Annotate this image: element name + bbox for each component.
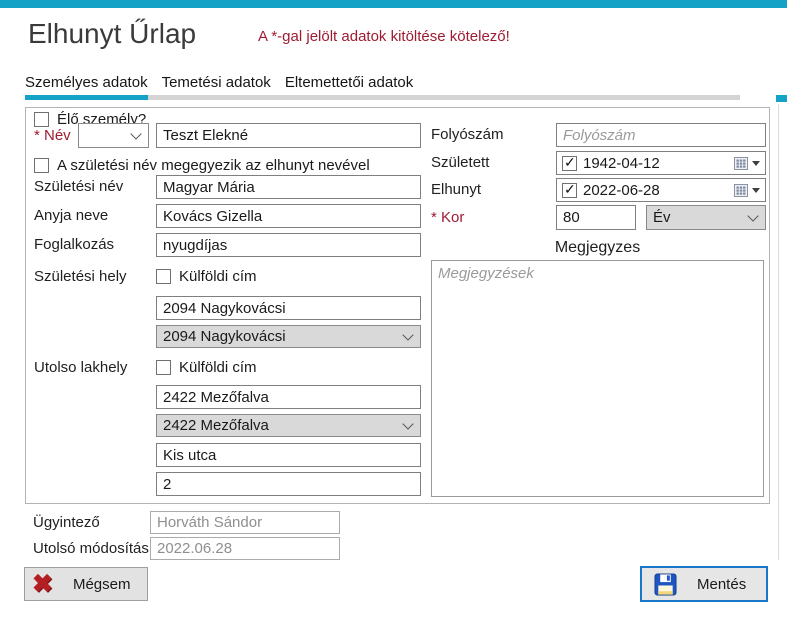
born-date-value: 1942-04-12 [583,155,734,172]
died-datepicker[interactable]: 2022-06-28 [556,178,766,202]
same-birthname-row: A születési név megegyezik az elhunyt ne… [34,157,370,174]
birth-name-input[interactable] [156,175,421,199]
last-modified-label: Utolsó módosítás [33,537,149,560]
occupation-label: Foglalkozás [34,233,114,257]
occupation-input[interactable] [156,233,421,257]
born-date-checkbox[interactable] [562,156,577,171]
last-residence-city-combobox[interactable]: 2422 Mezőfalva [156,414,421,437]
tab-szemelyes-adatok[interactable]: Személyes adatok [25,74,148,95]
floppy-disk-icon [654,573,677,596]
chevron-down-icon [130,128,141,139]
birth-place-foreign-checkbox[interactable] [156,269,171,284]
cancel-button-label: Mégsem [73,576,131,593]
birth-place-foreign-row: Külföldi cím [156,268,257,285]
tab-temetesi-adatok[interactable]: Temetési adatok [162,74,271,95]
tab-strip: Személyes adatok Temetési adatok Eltemet… [25,74,413,95]
dropdown-arrow-icon[interactable] [752,161,760,166]
last-residence-street-input[interactable] [156,443,421,467]
notes-textarea[interactable] [431,260,764,497]
name-label: * Név [34,123,71,148]
birth-place-city-input[interactable] [156,296,421,320]
age-unit-selected: Év [653,209,743,226]
same-birthname-label: A születési név megegyezik az elhunyt ne… [57,157,370,174]
notes-caption: Megjegyzes [431,239,764,257]
red-x-icon: ✖ [32,572,53,597]
birth-place-city-selected: 2094 Nagykovácsi [163,328,398,345]
calendar-icon[interactable] [734,184,748,197]
clerk-label: Ügyintező [33,511,100,534]
page-title: Elhunyt Űrlap [28,18,196,50]
required-fields-note: A *-gal jelölt adatok kitöltése kötelező… [258,28,510,45]
last-residence-number-input[interactable] [156,472,421,496]
birth-place-label: Születési hely [34,268,127,285]
age-label: * Kor [431,205,464,230]
tab-eltemettetoi-adatok[interactable]: Eltemettetői adatok [285,74,413,95]
chevron-down-icon [747,210,758,221]
age-input[interactable] [556,205,636,230]
window-right-border [778,104,779,560]
active-tab-indicator [25,95,148,100]
chevron-down-icon [402,329,413,340]
cancel-button[interactable]: ✖ Mégsem [24,567,148,601]
died-label: Elhunyt [431,178,481,202]
clerk-input [150,511,340,534]
birth-name-label: Születési név [34,175,123,199]
account-number-input[interactable] [556,123,766,147]
last-residence-foreign-row: Külföldi cím [156,359,257,376]
name-title-combobox[interactable] [78,123,149,148]
calendar-icon[interactable] [734,157,748,170]
birth-place-foreign-label: Külföldi cím [179,268,257,285]
name-input[interactable] [156,123,421,148]
chevron-down-icon [402,418,413,429]
last-residence-city-selected: 2422 Mezőfalva [163,417,398,434]
died-date-checkbox[interactable] [562,183,577,198]
tab-strip-baseline [148,95,740,100]
birth-place-city-combobox[interactable]: 2094 Nagykovácsi [156,325,421,348]
save-button[interactable]: Mentés [640,566,768,602]
same-birthname-checkbox[interactable] [34,158,49,173]
age-unit-combobox[interactable]: Év [646,205,766,230]
died-date-value: 2022-06-28 [583,182,734,199]
born-label: Született [431,151,489,175]
window-accent-bar [0,0,787,8]
mother-name-label: Anyja neve [34,204,108,228]
tab-strip-right-accent [776,95,787,102]
last-residence-foreign-checkbox[interactable] [156,360,171,375]
last-modified-input [150,537,340,560]
dropdown-arrow-icon[interactable] [752,188,760,193]
last-residence-city-input[interactable] [156,385,421,409]
elhunyt-form-window: Elhunyt Űrlap A *-gal jelölt adatok kitö… [0,0,787,623]
personal-data-panel: Élő személy? * Név A születési név megeg… [25,107,770,504]
last-residence-label: Utolso lakhely [34,359,127,376]
account-number-label: Folyószám [431,123,504,147]
mother-name-input[interactable] [156,204,421,228]
last-residence-foreign-label: Külföldi cím [179,359,257,376]
born-datepicker[interactable]: 1942-04-12 [556,151,766,175]
save-button-label: Mentés [697,576,746,593]
